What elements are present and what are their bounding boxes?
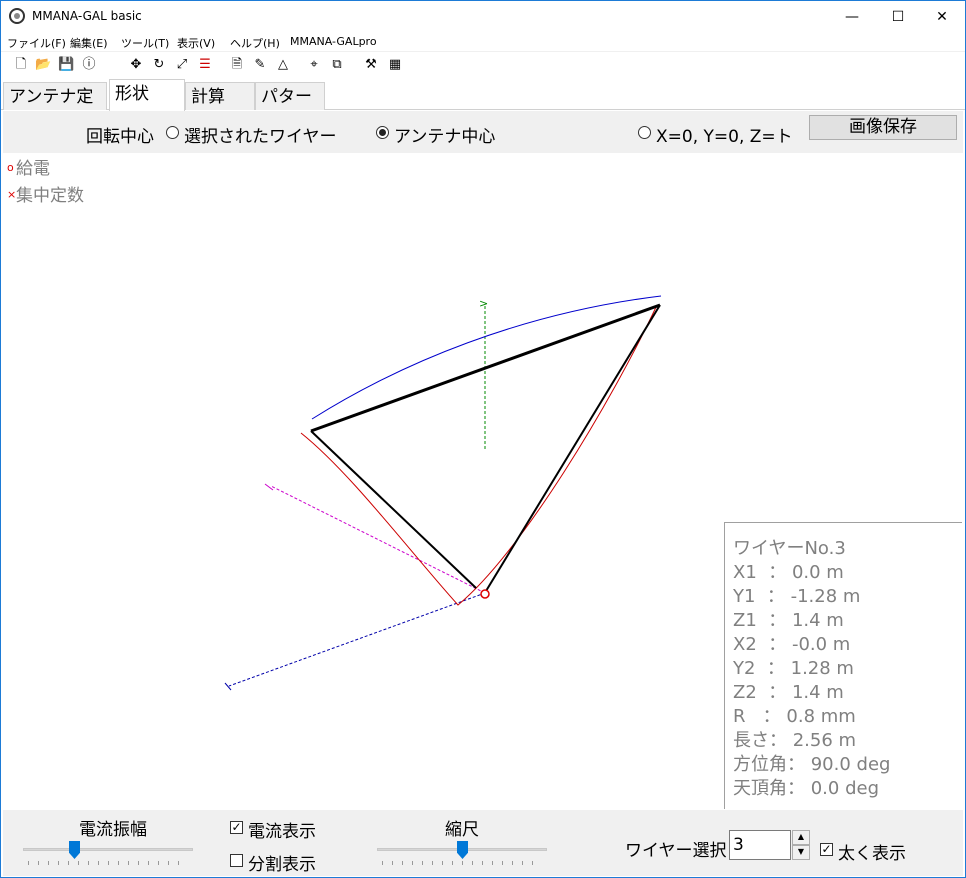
current-amplitude-track[interactable] xyxy=(23,848,193,851)
info-z1: Z1 ： 1.4 m xyxy=(733,610,844,631)
rotate-icon[interactable]: ↻ xyxy=(151,57,167,73)
title-bar: MMANA-GAL basic — ☐ ✕ xyxy=(1,1,965,32)
menu-help[interactable]: ヘルプ(H) xyxy=(230,35,280,51)
tab-antenna-definition[interactable]: アンテナ定義 xyxy=(3,82,107,135)
current-curve-wire-1 xyxy=(311,295,662,420)
radio-selected-wire-label[interactable]: 選択されたワイヤー xyxy=(184,122,337,147)
minimize-button[interactable]: — xyxy=(829,1,875,32)
x-axis-arrow xyxy=(264,483,274,491)
app-window: MMANA-GAL basic — ☐ ✕ ファイル(F) 編集(E) ツール(… xyxy=(0,0,966,878)
scale-slider-thumb[interactable] xyxy=(457,841,468,859)
tab-pattern[interactable]: パターン xyxy=(255,82,325,135)
info-y1: Y1 ： -1.28 m xyxy=(733,586,861,607)
move-icon[interactable]: ✥ xyxy=(128,57,144,73)
wire-select-input[interactable]: 3 xyxy=(729,830,791,860)
menu-edit[interactable]: 編集(E) xyxy=(70,35,108,51)
resize-icon[interactable]: ⤢ xyxy=(174,57,190,73)
rotation-center-label: 回転中心 xyxy=(86,127,154,147)
tab-calculation[interactable]: 計算 xyxy=(185,82,255,110)
new-file-icon[interactable]: 🗋 xyxy=(13,57,29,73)
info-z2: Z2 ： 1.4 m xyxy=(733,682,844,703)
y-axis-arrow xyxy=(224,682,232,691)
radio-antenna-center-label[interactable]: アンテナ中心 xyxy=(394,122,495,147)
save-icon[interactable]: 💾 xyxy=(58,57,74,73)
bold-display-label[interactable]: 太く表示 xyxy=(838,839,906,864)
show-current-checkbox[interactable]: ✓ xyxy=(230,821,243,834)
scale-ticks xyxy=(382,861,542,865)
segments-icon[interactable]: ☰ xyxy=(197,57,213,73)
info-wire-number: ワイヤーNo.3 xyxy=(733,538,846,559)
x-axis xyxy=(270,485,486,594)
info-y2: Y2 ： 1.28 m xyxy=(733,658,854,679)
info-zenith: 天頂角： 0.0 deg xyxy=(733,778,879,799)
wire-2[interactable] xyxy=(310,430,477,589)
wire-select-down-button[interactable]: ▼ xyxy=(792,845,810,860)
menu-view[interactable]: 表示(V) xyxy=(177,35,215,51)
copy-icon[interactable]: ⧉ xyxy=(329,57,345,73)
maximize-button[interactable]: ☐ xyxy=(875,1,921,32)
feed-point xyxy=(480,589,490,599)
wire-info-panel: ワイヤーNo.3 X1 ： 0.0 m Y1 ： -1.28 m Z1 ： 1.… xyxy=(724,522,962,809)
calculator-icon[interactable]: ▦ xyxy=(387,57,403,73)
radio-selected-wire[interactable] xyxy=(166,126,179,139)
bottom-control-bar: 電流振幅 ✓ 電流表示 分割表示 縮尺 ワイヤー選択 3 ▲ ▼ ✓ 太く表示 xyxy=(3,810,963,876)
tools-icon[interactable]: ⚒ xyxy=(363,57,379,73)
window-title: MMANA-GAL basic xyxy=(32,9,142,23)
current-amplitude-ticks xyxy=(28,861,188,865)
radio-origin-label[interactable]: X=0, Y=0, Z=ト xyxy=(656,122,793,147)
wire-select-up-button[interactable]: ▲ xyxy=(792,830,810,845)
menu-mmana-gal-pro[interactable]: MMANA-GALpro xyxy=(290,35,377,48)
z-axis-arrow: > xyxy=(479,297,488,310)
info-x1: X1 ： 0.0 m xyxy=(733,562,844,583)
toolbar: 🗋 📂 💾 ⓘ ✥ ↻ ⤢ ☰ 🗎 ✎ △ ⌖ ⧉ ⚒ ▦ xyxy=(1,53,965,79)
menu-file[interactable]: ファイル(F) xyxy=(7,35,66,51)
info-x2: X2 ： -0.0 m xyxy=(733,634,851,655)
rotation-options-bar: 回転中心 選択されたワイヤー アンテナ中心 X=0, Y=0, Z=ト 画像保存 xyxy=(3,111,963,153)
open-folder-icon[interactable]: 📂 xyxy=(35,57,51,73)
save-image-button[interactable]: 画像保存 xyxy=(809,115,957,140)
tab-bar: アンテナ定義 形状 計算 パターン xyxy=(1,79,965,135)
triangle-icon[interactable]: △ xyxy=(275,57,291,73)
pen-icon[interactable]: ✎ xyxy=(252,57,268,73)
radio-origin[interactable] xyxy=(638,126,651,139)
target-icon[interactable]: ⌖ xyxy=(306,57,322,73)
document-icon[interactable]: 🗎 xyxy=(229,57,245,73)
current-amplitude-label: 電流振幅 xyxy=(79,820,147,840)
y-axis xyxy=(228,592,486,687)
app-logo-icon xyxy=(9,8,25,24)
menu-bar: ファイル(F) 編集(E) ツール(T) 表示(V) ヘルプ(H) MMANA-… xyxy=(1,32,965,52)
tab-geometry[interactable]: 形状 xyxy=(109,79,185,111)
wire-3[interactable] xyxy=(485,304,661,592)
wire-select-label: ワイヤー選択 xyxy=(625,841,727,861)
menu-tools[interactable]: ツール(T) xyxy=(121,35,169,51)
scale-label: 縮尺 xyxy=(445,820,479,840)
close-button[interactable]: ✕ xyxy=(919,1,965,32)
info-azimuth: 方位角： 90.0 deg xyxy=(733,754,891,775)
info-length: 長さ： 2.56 m xyxy=(733,730,857,751)
show-segments-label[interactable]: 分割表示 xyxy=(248,850,316,875)
show-current-label[interactable]: 電流表示 xyxy=(248,817,316,842)
radio-antenna-center[interactable] xyxy=(376,126,389,139)
current-amplitude-slider-thumb[interactable] xyxy=(69,841,80,859)
current-curve-wires-2-3 xyxy=(300,304,658,606)
info-radius: R ： 0.8 mm xyxy=(733,706,856,727)
info-icon[interactable]: ⓘ xyxy=(81,57,97,73)
show-segments-checkbox[interactable] xyxy=(230,854,243,867)
bold-display-checkbox[interactable]: ✓ xyxy=(820,843,833,856)
